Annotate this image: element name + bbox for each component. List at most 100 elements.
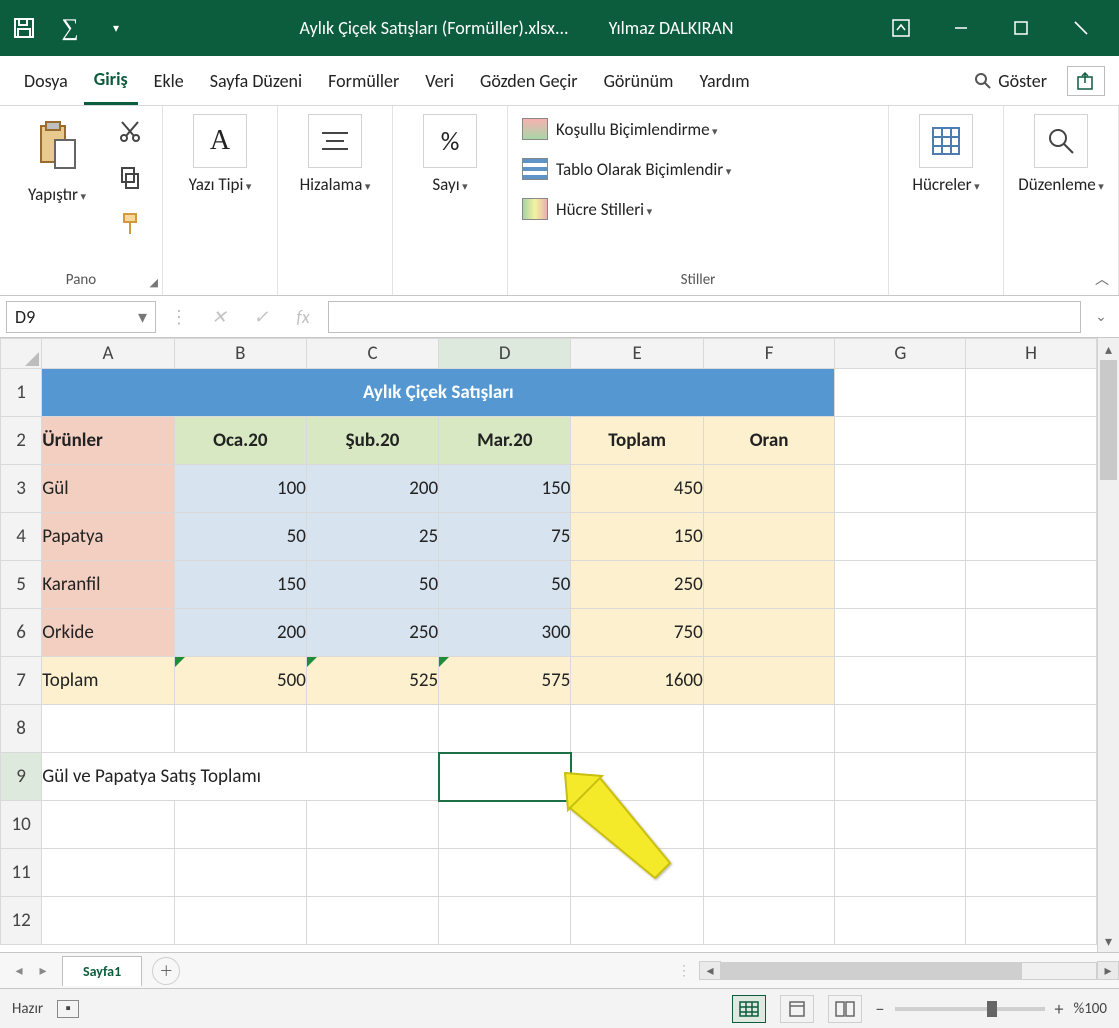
row-header-9[interactable]: 9	[1, 753, 42, 801]
cell[interactable]	[174, 849, 306, 897]
cell[interactable]	[42, 849, 174, 897]
cell[interactable]: 525	[306, 657, 438, 705]
cell[interactable]: 250	[306, 609, 438, 657]
cell[interactable]: 50	[174, 513, 306, 561]
cell[interactable]	[571, 753, 703, 801]
cell[interactable]	[439, 849, 571, 897]
cell-product[interactable]: Orkide	[42, 609, 174, 657]
cell[interactable]	[835, 657, 966, 705]
cell[interactable]	[966, 657, 1097, 705]
cell[interactable]	[966, 705, 1097, 753]
merged-title-cell[interactable]: Aylık Çiçek Satışları	[42, 369, 835, 417]
row-header-1[interactable]: 1	[1, 369, 42, 417]
cell[interactable]	[835, 465, 966, 513]
header-feb[interactable]: Şub.20	[306, 417, 438, 465]
scroll-track[interactable]	[1098, 360, 1119, 930]
maximize-button[interactable]	[991, 0, 1051, 56]
cell-product[interactable]: Karanfil	[42, 561, 174, 609]
cell[interactable]	[703, 897, 835, 945]
cell[interactable]	[966, 369, 1097, 417]
cell[interactable]	[835, 897, 966, 945]
cell[interactable]	[306, 897, 438, 945]
cell[interactable]: 450	[571, 465, 703, 513]
header-total[interactable]: Toplam	[571, 417, 703, 465]
cut-icon[interactable]	[112, 114, 148, 150]
cell[interactable]	[966, 609, 1097, 657]
cell[interactable]	[306, 705, 438, 753]
row-header-2[interactable]: 2	[1, 417, 42, 465]
cell[interactable]	[966, 561, 1097, 609]
scroll-thumb[interactable]	[1100, 360, 1117, 480]
new-sheet-button[interactable]: ＋	[152, 957, 180, 985]
cell[interactable]	[703, 609, 835, 657]
cell-styles-button[interactable]: Hücre Stilleri	[522, 198, 731, 220]
cell[interactable]: 25	[306, 513, 438, 561]
hscroll-track[interactable]	[721, 962, 1097, 980]
cancel-icon[interactable]: ✕	[202, 301, 236, 333]
cell[interactable]	[703, 513, 835, 561]
cell[interactable]	[174, 705, 306, 753]
cell-note[interactable]: Gül ve Papatya Satış Toplamı	[42, 753, 439, 801]
hscroll-thumb[interactable]	[722, 963, 1022, 979]
cell[interactable]	[835, 609, 966, 657]
tab-formulas[interactable]: Formüller	[318, 57, 409, 105]
col-header-E[interactable]: E	[571, 339, 703, 369]
cell[interactable]	[42, 801, 174, 849]
cell[interactable]: 75	[439, 513, 571, 561]
cell[interactable]	[174, 897, 306, 945]
cell[interactable]: 300	[439, 609, 571, 657]
font-button[interactable]: A Yazı Tipi	[177, 114, 263, 195]
formula-input[interactable]	[328, 301, 1081, 333]
copy-icon[interactable]	[112, 160, 148, 196]
grid[interactable]: A B C D E F G H 1 Aylık Çiçek Satışları …	[0, 338, 1097, 945]
cell[interactable]	[966, 513, 1097, 561]
view-page-layout-icon[interactable]	[780, 995, 814, 1023]
alignment-button[interactable]: Hizalama	[292, 114, 378, 195]
col-header-C[interactable]: C	[306, 339, 438, 369]
expand-formula-bar-icon[interactable]: ⌄	[1089, 308, 1113, 325]
header-ratio[interactable]: Oran	[703, 417, 835, 465]
cell[interactable]	[966, 897, 1097, 945]
cell[interactable]	[835, 513, 966, 561]
cell[interactable]	[966, 465, 1097, 513]
col-header-B[interactable]: B	[174, 339, 306, 369]
row-header-3[interactable]: 3	[1, 465, 42, 513]
ribbon-display-options-icon[interactable]	[871, 0, 931, 56]
row-header-8[interactable]: 8	[1, 705, 42, 753]
cell[interactable]	[966, 801, 1097, 849]
cell[interactable]: 100	[174, 465, 306, 513]
insert-function-icon[interactable]: fx	[286, 301, 320, 333]
save-icon[interactable]	[8, 8, 40, 48]
view-page-break-icon[interactable]	[828, 995, 862, 1023]
zoom-out-button[interactable]: −	[876, 998, 885, 1020]
cell[interactable]: 150	[174, 561, 306, 609]
zoom-in-button[interactable]: +	[1055, 998, 1064, 1020]
cells-button[interactable]: Hücreler	[903, 114, 989, 195]
cell[interactable]	[835, 369, 966, 417]
zoom-slider[interactable]	[895, 1007, 1045, 1011]
cell[interactable]	[835, 561, 966, 609]
cell[interactable]	[703, 705, 835, 753]
tab-home[interactable]: Giriş	[84, 57, 138, 105]
col-header-F[interactable]: F	[703, 339, 835, 369]
col-header-A[interactable]: A	[42, 339, 174, 369]
macro-record-icon[interactable]: ▪	[57, 1000, 79, 1018]
autosum-icon[interactable]: ∑	[54, 8, 86, 48]
cell[interactable]	[966, 753, 1097, 801]
view-normal-icon[interactable]	[732, 995, 766, 1023]
name-box-dropdown-icon[interactable]: ▾	[138, 306, 147, 328]
cell[interactable]	[835, 753, 966, 801]
cell[interactable]	[703, 657, 835, 705]
cell[interactable]	[42, 705, 174, 753]
close-button[interactable]	[1051, 0, 1111, 56]
col-header-H[interactable]: H	[966, 339, 1097, 369]
cell[interactable]	[835, 417, 966, 465]
row-header-4[interactable]: 4	[1, 513, 42, 561]
scroll-right-icon[interactable]: ▸	[1097, 961, 1119, 980]
tab-split-handle-icon[interactable]: ⋮	[669, 962, 699, 979]
format-as-table-button[interactable]: Tablo Olarak Biçimlendir	[522, 158, 731, 180]
zoom-slider-thumb[interactable]	[987, 1001, 997, 1017]
minimize-button[interactable]	[931, 0, 991, 56]
cell[interactable]	[439, 801, 571, 849]
select-all-button[interactable]	[1, 339, 42, 369]
